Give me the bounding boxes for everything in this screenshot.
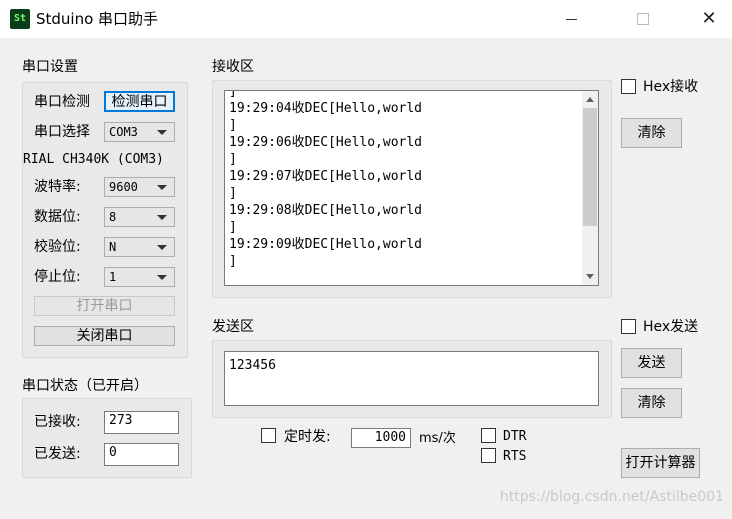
maximize-icon xyxy=(637,13,649,25)
send-text: 123456 xyxy=(229,358,276,373)
timer-interval-field[interactable]: 1000 xyxy=(351,428,411,448)
dtr-label: DTR xyxy=(503,429,527,444)
port-select-label: 串口选择 xyxy=(34,124,90,140)
minimize-icon xyxy=(565,18,577,20)
receive-line: ] xyxy=(229,91,237,99)
detect-label: 串口检测 xyxy=(34,94,90,110)
parity-select-value: N xyxy=(109,240,117,254)
maximize-button[interactable] xyxy=(620,0,666,38)
close-window-button[interactable]: ✕ xyxy=(686,0,732,38)
scroll-down-icon xyxy=(586,274,594,279)
send-area-title: 发送区 xyxy=(212,319,254,335)
receive-line: ] xyxy=(229,254,237,269)
port-select-value: COM3 xyxy=(109,125,138,139)
rts-label: RTS xyxy=(503,449,527,464)
receive-line: ] xyxy=(229,152,237,167)
open-calculator-button[interactable]: 打开计算器 xyxy=(621,448,700,478)
chevron-down-icon xyxy=(157,130,167,135)
minimize-button[interactable] xyxy=(548,0,594,38)
chevron-down-icon xyxy=(157,245,167,250)
receive-line: 19:29:09收DEC[Hello,world xyxy=(229,237,423,252)
receive-line: ] xyxy=(229,118,237,133)
scroll-up-icon xyxy=(586,97,594,102)
chevron-down-icon xyxy=(157,275,167,280)
title-bar: St Stduino 串口助手 ✕ xyxy=(0,0,732,38)
clear-send-button[interactable]: 清除 xyxy=(621,388,682,418)
watermark-text: https://blog.csdn.net/Astilbe001 xyxy=(499,489,724,505)
serial-status-title: 串口状态（已开启） xyxy=(22,378,148,394)
timer-send-checkbox[interactable] xyxy=(261,428,276,443)
scroll-thumb[interactable] xyxy=(583,108,597,226)
receive-line: ] xyxy=(229,220,237,235)
parity-label: 校验位: xyxy=(34,239,81,255)
received-label: 已接收: xyxy=(34,414,81,430)
hex-send-checkbox[interactable] xyxy=(621,319,636,334)
hex-receive-checkbox[interactable] xyxy=(621,79,636,94)
receive-content: ] 19:29:04收DEC[Hello,world] 19:29:06收DEC[H… xyxy=(225,91,582,285)
databits-select[interactable]: 8 xyxy=(104,207,175,227)
scroll-up-button[interactable] xyxy=(582,91,598,108)
databits-select-value: 8 xyxy=(109,210,117,224)
sent-label: 已发送: xyxy=(34,446,81,462)
detect-port-button[interactable]: 检测串口 xyxy=(104,91,175,112)
rts-checkbox[interactable] xyxy=(481,448,496,463)
receive-area-title: 接收区 xyxy=(212,59,254,75)
receive-line: 19:29:04收DEC[Hello,world xyxy=(229,101,423,116)
receive-scrollbar[interactable] xyxy=(582,91,598,285)
window-title: Stduino 串口助手 xyxy=(36,10,159,28)
receive-line: 19:29:08收DEC[Hello,world xyxy=(229,203,423,218)
receive-line: 19:29:06收DEC[Hello,world xyxy=(229,135,423,150)
port-description-clip: RIAL CH340K (COM3) xyxy=(23,151,187,169)
timer-send-label: 定时发: xyxy=(284,429,331,445)
stopbits-select-value: 1 xyxy=(109,270,117,284)
hex-receive-label: Hex接收 xyxy=(643,79,699,95)
receive-textarea[interactable]: ] 19:29:04收DEC[Hello,world] 19:29:06收DEC[H… xyxy=(224,90,599,286)
close-icon: ✕ xyxy=(701,8,717,29)
app-icon: St xyxy=(10,9,30,29)
timer-unit-label: ms/次 xyxy=(419,431,456,446)
databits-label: 数据位: xyxy=(34,209,81,225)
port-select[interactable]: COM3 xyxy=(104,122,175,142)
scroll-down-button[interactable] xyxy=(582,268,598,285)
send-textarea[interactable]: 123456 xyxy=(224,351,599,406)
baud-select-value: 9600 xyxy=(109,180,138,194)
received-count-field[interactable]: 273 xyxy=(104,411,179,434)
receive-line: 19:29:07收DEC[Hello,world xyxy=(229,169,423,184)
sent-count-field[interactable]: 0 xyxy=(104,443,179,466)
stopbits-select[interactable]: 1 xyxy=(104,267,175,287)
parity-select[interactable]: N xyxy=(104,237,175,257)
port-description: RIAL CH340K (COM3) xyxy=(23,152,164,167)
chevron-down-icon xyxy=(157,215,167,220)
dtr-checkbox[interactable] xyxy=(481,428,496,443)
clear-receive-button[interactable]: 清除 xyxy=(621,118,682,148)
stopbits-label: 停止位: xyxy=(34,269,81,285)
chevron-down-icon xyxy=(157,185,167,190)
baud-label: 波特率: xyxy=(34,179,81,195)
serial-settings-title: 串口设置 xyxy=(22,59,78,75)
close-port-button[interactable]: 关闭串口 xyxy=(34,326,175,346)
hex-send-label: Hex发送 xyxy=(643,319,699,335)
serial-status-group xyxy=(22,398,192,478)
open-port-button[interactable]: 打开串口 xyxy=(34,296,175,316)
receive-lines: ] 19:29:04收DEC[Hello,world] 19:29:06收DEC[H… xyxy=(229,91,422,270)
send-button[interactable]: 发送 xyxy=(621,348,682,378)
baud-select[interactable]: 9600 xyxy=(104,177,175,197)
receive-line: ] xyxy=(229,186,237,201)
